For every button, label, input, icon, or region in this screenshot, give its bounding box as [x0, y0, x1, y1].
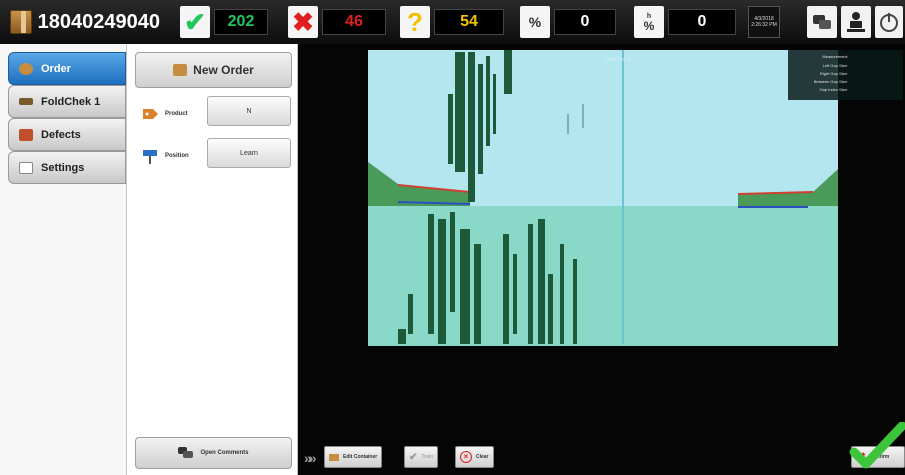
tab-order[interactable]: Order	[8, 52, 126, 85]
rate-minute-value: 0	[668, 9, 736, 35]
camera-view: FoldChek 1 Measurement: Left Gap Size: R…	[298, 44, 905, 475]
open-comments-label: Open Comments	[200, 450, 249, 456]
chat-button[interactable]	[807, 6, 837, 38]
unknown-counter: ? 54	[400, 6, 504, 38]
new-order-button[interactable]: New Order	[135, 52, 292, 88]
position-label-row: Position	[141, 148, 189, 164]
chat-icon	[178, 447, 194, 458]
new-order-label: New Order	[193, 63, 254, 77]
unknown-count-value: 54	[434, 9, 504, 35]
chat-icon	[813, 15, 831, 29]
rate-per-minute-counter: h % 0	[634, 6, 736, 38]
edit-container-button[interactable]: Edit Container	[324, 446, 383, 468]
chevron-right-icon[interactable]: »»	[304, 450, 316, 466]
camera-icon	[19, 98, 33, 105]
bad-counter: ✖ 46	[288, 6, 386, 38]
tab-settings-label: Settings	[41, 161, 85, 174]
box-icon	[10, 10, 32, 34]
navigation-tabs: Order FoldChek 1 Defects Settings	[0, 44, 127, 475]
time-value: 2:26:32 PM	[751, 22, 777, 28]
product-value: N	[246, 107, 252, 115]
box-icon	[173, 64, 188, 76]
product-label-row: Product	[141, 107, 188, 121]
question-icon: ?	[400, 6, 430, 38]
tab-foldchek-label: FoldChek 1	[41, 95, 101, 108]
position-value-button[interactable]: Learn	[207, 138, 291, 168]
product-label: Product	[165, 111, 188, 117]
overlay-line-3: Right Gap Size:	[820, 71, 848, 76]
good-counter: ✔ 202	[180, 6, 268, 38]
overlay-line-1: Measurement:	[822, 54, 848, 59]
train-label: Train	[421, 454, 434, 460]
check-icon: ✔	[409, 451, 418, 463]
tab-order-label: Order	[41, 62, 71, 75]
order-id-display: 18040249040	[10, 6, 160, 38]
clear-button[interactable]: × Clear	[455, 446, 494, 468]
operator-button[interactable]	[841, 6, 871, 38]
position-value: Learn	[240, 149, 258, 157]
checkmark-icon: ✔	[180, 6, 210, 38]
rate-minute-icon: h %	[634, 6, 664, 38]
edit-icon	[329, 453, 339, 461]
clear-label: Clear	[476, 454, 489, 460]
edit-container-label: Edit Container	[343, 454, 378, 460]
camera-title: FoldChek 1	[605, 57, 631, 63]
rate-hour-icon: %	[520, 6, 550, 38]
power-button[interactable]	[875, 6, 903, 38]
tab-defects-label: Defects	[41, 128, 81, 141]
open-comments-button[interactable]: Open Comments	[135, 437, 292, 469]
overlay-line-4: Between Gap Size:	[814, 79, 848, 84]
train-button[interactable]: ✔ Train	[404, 446, 439, 468]
rate-hour-value: 0	[554, 9, 616, 35]
camera-image: FoldChek 1 Measurement: Left Gap Size: R…	[368, 50, 903, 346]
tag-icon	[143, 109, 158, 119]
tab-foldchek[interactable]: FoldChek 1	[8, 85, 126, 118]
box-icon	[19, 62, 33, 75]
good-count-value: 202	[214, 9, 268, 35]
app-window: 18040249040 ✔ 202 ✖ 46 ? 54 % 0 h % 0 4/…	[0, 0, 905, 475]
defect-icon	[19, 128, 33, 141]
user-icon	[847, 12, 865, 32]
order-id-value: 18040249040	[37, 10, 160, 33]
rate-per-hour-counter: % 0	[520, 6, 616, 38]
tab-settings[interactable]: Settings	[8, 151, 126, 184]
top-status-bar: 18040249040 ✔ 202 ✖ 46 ? 54 % 0 h % 0 4/…	[0, 0, 905, 44]
datetime-display: 4/3/2018 2:26:32 PM	[748, 6, 780, 38]
tab-defects[interactable]: Defects	[8, 118, 126, 151]
clear-icon: ×	[460, 451, 472, 463]
power-icon	[880, 13, 898, 32]
overlay-line-5: Gap Index Size:	[820, 87, 848, 92]
signpost-icon	[143, 150, 157, 164]
product-value-button[interactable]: N	[207, 96, 291, 126]
position-label: Position	[165, 153, 189, 159]
cross-icon: ✖	[288, 6, 318, 38]
camera-toolbar: »» Edit Container ✔ Train × Clear ✖ Conf…	[298, 422, 905, 475]
settings-icon	[19, 161, 33, 174]
overlay-line-2: Left Gap Size:	[823, 63, 848, 68]
bad-count-value: 46	[322, 9, 386, 35]
checkmark-icon	[849, 422, 905, 469]
order-panel: New Order Product N Position Learn Open …	[127, 44, 298, 475]
